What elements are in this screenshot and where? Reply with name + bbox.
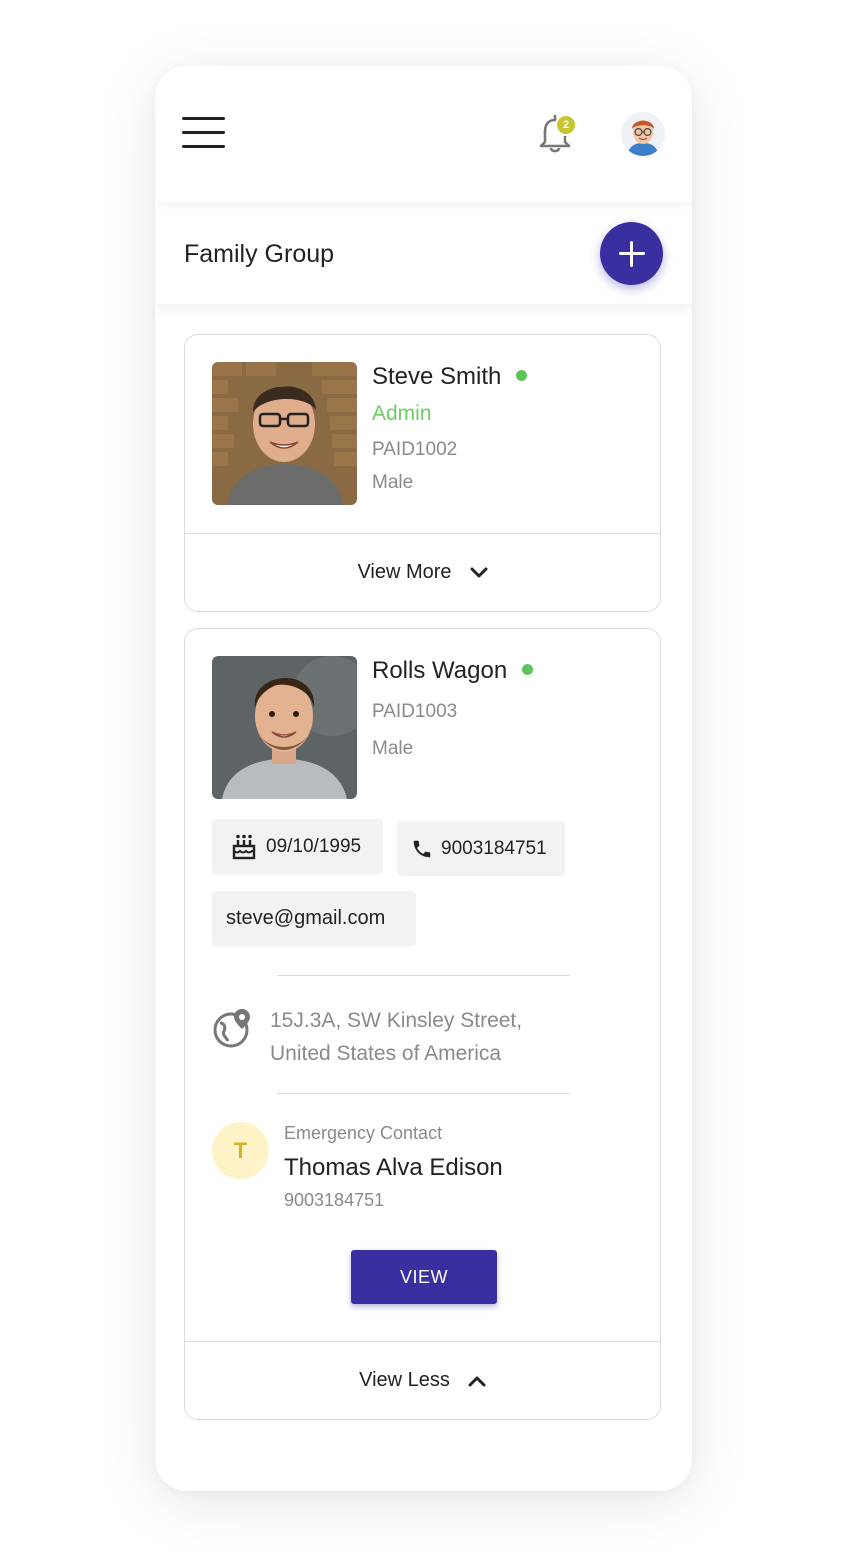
phone-frame: 2 Family Group Steve Smith Admin PAID100… [155, 66, 692, 1491]
view-less-button[interactable]: View Less [185, 1341, 660, 1419]
member-gender: Male [372, 472, 414, 493]
phone-icon [413, 840, 431, 857]
page-title: Family Group [184, 240, 335, 268]
member-photo [212, 362, 357, 505]
emergency-contact-phone: 9003184751 [284, 1190, 385, 1210]
view-button[interactable]: VIEW [351, 1250, 497, 1304]
address: 15J.3A, SW Kinsley Street, United States… [270, 1004, 570, 1070]
phone-chip[interactable]: 9003184751 [397, 821, 565, 876]
member-name-row: Rolls Wagon [372, 657, 534, 685]
chevron-up-icon [468, 1376, 486, 1386]
member-role: Admin [372, 402, 432, 425]
add-member-button[interactable] [600, 222, 663, 285]
view-more-button[interactable]: View More [185, 533, 660, 611]
emergency-contact-label: Emergency Contact [284, 1123, 443, 1143]
notification-badge: 2 [555, 114, 577, 136]
emergency-contact-avatar: T [212, 1122, 269, 1179]
user-avatar-illustration [621, 112, 665, 156]
chevron-down-icon [470, 567, 488, 577]
hamburger-menu-icon[interactable] [182, 117, 226, 151]
address-line2: United States of America [270, 1042, 502, 1065]
online-status-dot [516, 370, 528, 382]
member-name: Steve Smith [372, 363, 502, 390]
member-id: PAID1003 [372, 701, 458, 722]
member-card: Steve Smith Admin PAID1002 Male View Mor… [184, 334, 661, 612]
emergency-contact-name: Thomas Alva Edison [284, 1154, 503, 1181]
member-name: Rolls Wagon [372, 657, 508, 684]
dob-chip: 09/10/1995 [212, 819, 383, 874]
member-photo [212, 656, 357, 799]
view-more-label: View More [357, 561, 452, 583]
online-status-dot [522, 664, 534, 676]
divider [277, 1093, 570, 1094]
phone-value: 9003184751 [441, 837, 547, 859]
view-less-label: View Less [359, 1369, 450, 1391]
member-gender: Male [372, 738, 414, 759]
member-id: PAID1002 [372, 439, 458, 460]
birthday-cake-icon [232, 834, 256, 859]
dob-value: 09/10/1995 [266, 835, 362, 857]
globe-location-icon [213, 1009, 250, 1048]
email-chip[interactable]: steve@gmail.com [212, 891, 416, 946]
member-name-row: Steve Smith [372, 363, 528, 391]
user-avatar[interactable] [621, 112, 665, 156]
member-card-expanded: Rolls Wagon PAID1003 Male 09/10/1995 900… [184, 628, 661, 1420]
top-app-bar: 2 [155, 66, 692, 202]
address-line1: 15J.3A, SW Kinsley Street, [270, 1009, 523, 1032]
page-header: Family Group [155, 202, 692, 304]
divider [277, 975, 570, 976]
email-value: steve@gmail.com [226, 907, 386, 929]
